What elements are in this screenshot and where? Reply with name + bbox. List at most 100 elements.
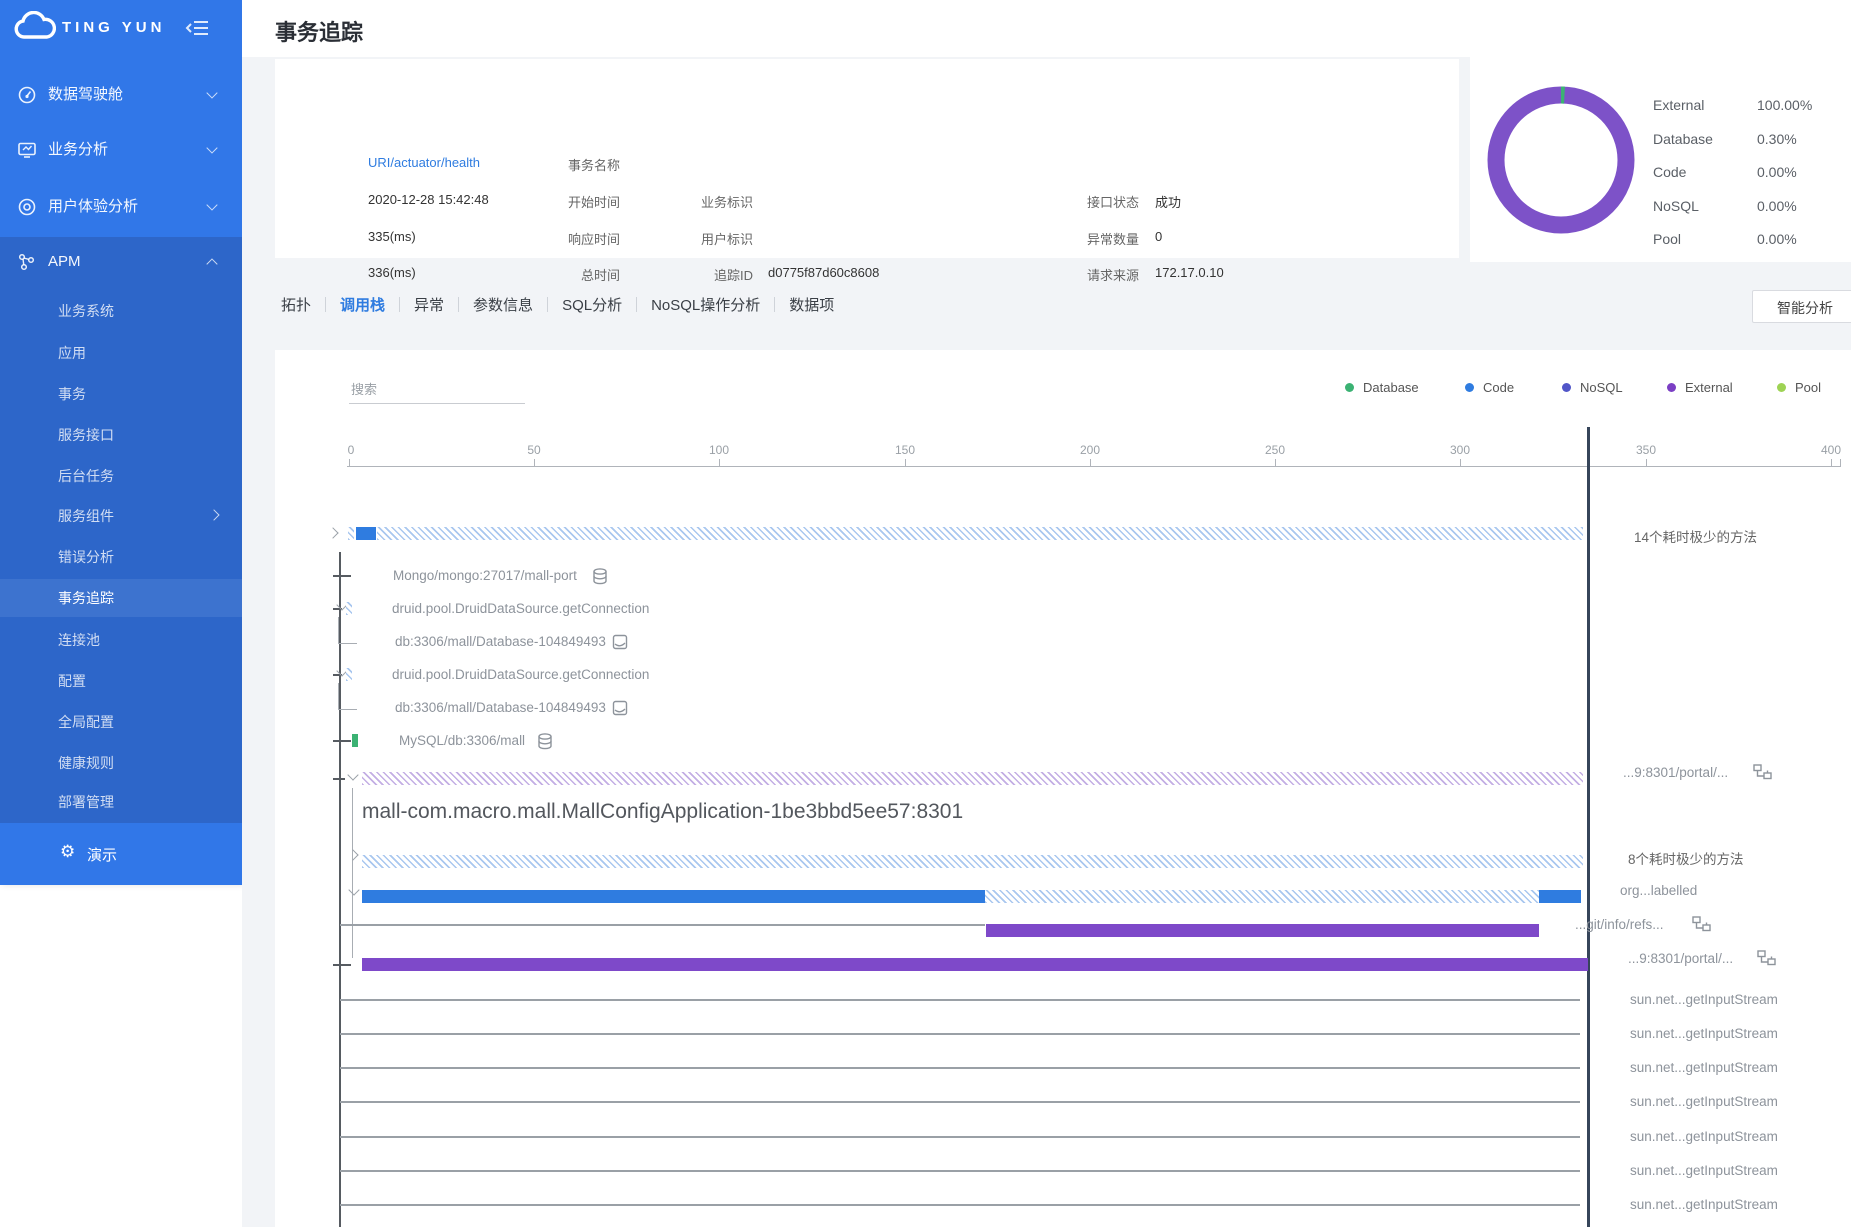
- span-label[interactable]: db:3306/mall/Database-104849493: [395, 700, 606, 715]
- app-window: TING YUN 数据驾驶舱 业务分析: [0, 0, 1851, 1227]
- span-right-label[interactable]: ...git/info/refs...: [1575, 917, 1664, 932]
- span-label[interactable]: druid.pool.DruidDataSource.getConnection: [392, 601, 649, 616]
- sidebar-subitem-transaction-trace[interactable]: 事务追踪: [0, 579, 242, 617]
- tab-data-items[interactable]: 数据项: [789, 294, 834, 315]
- span-bar[interactable]: [362, 772, 1583, 785]
- status-value: 成功: [1155, 192, 1181, 211]
- span-right-label[interactable]: sun.net...getInputStream: [1630, 1163, 1778, 1178]
- span-right-label[interactable]: ...9:8301/portal/...: [1623, 765, 1728, 780]
- pool-dot-icon: [1777, 383, 1786, 392]
- breakdown-value: 0.00%: [1757, 164, 1797, 180]
- sidebar-subitem-business-system[interactable]: 业务系统: [0, 292, 242, 330]
- span-bar[interactable]: [362, 855, 1583, 868]
- brand-name: TING YUN: [62, 19, 165, 36]
- span-bar[interactable]: [362, 958, 1588, 971]
- monitor-icon: [17, 140, 37, 160]
- span-bar[interactable]: [346, 602, 352, 615]
- tab-call-stack[interactable]: 调用栈: [340, 294, 385, 315]
- transaction-info-panel: 事务名称 URI/actuator/health 开始时间 2020-12-28…: [275, 59, 1459, 258]
- span-bar[interactable]: [362, 890, 985, 903]
- sidebar-collapse-icon[interactable]: [185, 16, 209, 40]
- tab-sql-analysis[interactable]: SQL分析: [562, 294, 622, 315]
- span-right-label[interactable]: sun.net...getInputStream: [1630, 1026, 1778, 1041]
- span-label[interactable]: db:3306/mall/Database-104849493: [395, 634, 606, 649]
- tab-topology[interactable]: 拓扑: [281, 294, 311, 315]
- sidebar-item-data-cockpit[interactable]: 数据驾驶舱: [0, 78, 242, 112]
- span-bar[interactable]: [356, 527, 376, 540]
- topology-icon[interactable]: [1692, 916, 1711, 932]
- span-right-label[interactable]: ...9:8301/portal/...: [1628, 951, 1733, 966]
- collapsed-methods-label[interactable]: 14个耗时极少的方法: [1634, 526, 1757, 546]
- span-bar[interactable]: [346, 668, 352, 681]
- span-label[interactable]: MySQL/db:3306/mall: [399, 733, 525, 748]
- legend-item-code: Code: [1465, 380, 1514, 395]
- smart-analysis-button[interactable]: 智能分析: [1752, 290, 1851, 323]
- sidebar-subitem-error-analysis[interactable]: 错误分析: [0, 538, 242, 576]
- sidebar-subitem-config[interactable]: 配置: [0, 662, 242, 700]
- external-dot-icon: [1667, 383, 1676, 392]
- axis-tick-label: 200: [1080, 443, 1100, 457]
- tab-separator: [458, 297, 459, 312]
- span-right-label[interactable]: org...labelled: [1620, 883, 1697, 898]
- detail-tabs: 拓扑 调用栈 异常 参数信息 SQL分析 NoSQL操作分析 数据项: [281, 294, 834, 315]
- span-bar[interactable]: [348, 527, 354, 540]
- call-stack-panel: [275, 350, 1851, 1227]
- axis-tick-label: 300: [1450, 443, 1470, 457]
- span-right-label[interactable]: sun.net...getInputStream: [1630, 1197, 1778, 1212]
- span-right-label[interactable]: sun.net...getInputStream: [1630, 1094, 1778, 1109]
- span-bar[interactable]: [1539, 890, 1581, 903]
- topology-icon[interactable]: [1753, 764, 1772, 780]
- span-label[interactable]: druid.pool.DruidDataSource.getConnection: [392, 667, 649, 682]
- time-cursor-line[interactable]: [1587, 427, 1590, 1227]
- total-time-value: 336(ms): [368, 265, 416, 280]
- chevron-right-icon: [208, 509, 219, 520]
- breakdown-value: 0.00%: [1757, 198, 1797, 214]
- error-count-value: 0: [1155, 229, 1162, 244]
- tab-separator: [774, 297, 775, 312]
- row-line: [340, 1204, 1580, 1206]
- span-right-label[interactable]: sun.net...getInputStream: [1630, 992, 1778, 1007]
- sidebar-demo-button[interactable]: ⚙ 演示: [0, 823, 242, 885]
- sidebar-subitem-application[interactable]: 应用: [0, 334, 242, 372]
- row-line: [340, 1067, 1580, 1069]
- sidebar-subitem-connection-pool[interactable]: 连接池: [0, 621, 242, 659]
- tab-nosql-analysis[interactable]: NoSQL操作分析: [651, 294, 760, 315]
- target-icon: [17, 197, 37, 217]
- field-label: 接口状态: [1039, 192, 1139, 211]
- sidebar-subitem-service-interface[interactable]: 服务接口: [0, 416, 242, 454]
- span-bar[interactable]: [377, 527, 1583, 540]
- span-bar[interactable]: [985, 890, 1539, 903]
- sidebar-subitem-service-component[interactable]: 服务组件: [0, 497, 242, 535]
- sidebar-subitem-global-config[interactable]: 全局配置: [0, 703, 242, 741]
- sidebar-subitem-background-task[interactable]: 后台任务: [0, 457, 242, 495]
- sql-statement-icon: [612, 700, 628, 716]
- sidebar-item-user-experience[interactable]: 用户体验分析: [0, 190, 242, 224]
- sidebar-subitem-health-rules[interactable]: 健康规则: [0, 744, 242, 782]
- span-right-label[interactable]: sun.net...getInputStream: [1630, 1060, 1778, 1075]
- sidebar-item-business-analysis[interactable]: 业务分析: [0, 133, 242, 167]
- tab-exceptions[interactable]: 异常: [414, 294, 444, 315]
- span-right-label[interactable]: sun.net...getInputStream: [1630, 1129, 1778, 1144]
- legend-item-nosql: NoSQL: [1562, 380, 1623, 395]
- sidebar-item-apm[interactable]: APM: [0, 245, 242, 279]
- start-time-value: 2020-12-28 15:42:48: [368, 192, 489, 207]
- cloud-logo-icon: [14, 11, 56, 43]
- collapsed-methods-label[interactable]: 8个耗时极少的方法: [1628, 848, 1744, 868]
- span-bar[interactable]: [986, 924, 1539, 937]
- page-title: 事务追踪: [275, 15, 363, 47]
- tab-parameters[interactable]: 参数信息: [473, 294, 533, 315]
- search-input[interactable]: [349, 375, 525, 404]
- sidebar-subitem-deploy-management[interactable]: 部署管理: [0, 783, 242, 821]
- axis-tick-label: 100: [709, 443, 729, 457]
- span-bar[interactable]: [352, 734, 358, 747]
- chevron-down-icon: [206, 199, 217, 210]
- sidebar: TING YUN 数据驾驶舱 业务分析: [0, 0, 242, 885]
- span-label[interactable]: Mongo/mongo:27017/mall-port: [393, 568, 577, 583]
- axis-tick-label: 400: [1821, 443, 1841, 457]
- database-icon: [537, 733, 553, 750]
- tab-separator: [636, 297, 637, 312]
- topology-icon[interactable]: [1757, 950, 1776, 966]
- transaction-name-link[interactable]: URI/actuator/health: [368, 155, 480, 170]
- tab-separator: [325, 297, 326, 312]
- sidebar-subitem-transaction[interactable]: 事务: [0, 375, 242, 413]
